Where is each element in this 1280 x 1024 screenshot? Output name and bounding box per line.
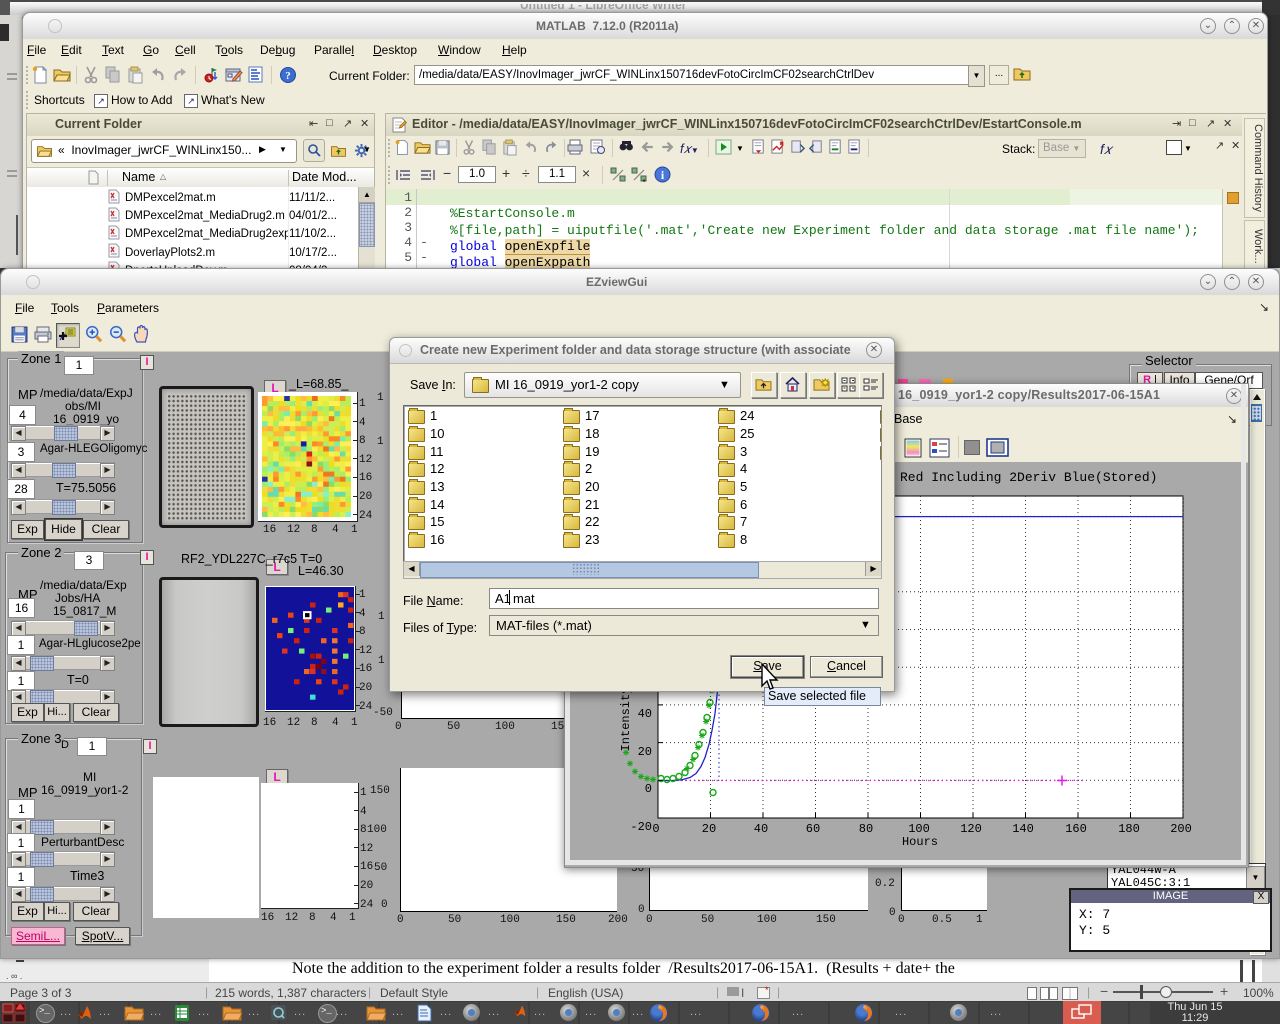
svg-text:0: 0 [652, 822, 659, 836]
svg-text:80: 80 [859, 822, 873, 836]
svg-text:200: 200 [1170, 822, 1192, 836]
svg-text:20: 20 [638, 745, 652, 759]
svg-text:100: 100 [908, 822, 930, 836]
svg-text:180: 180 [1118, 822, 1140, 836]
svg-text:-20: -20 [630, 820, 652, 834]
svg-text:40: 40 [638, 707, 652, 721]
svg-text:140: 140 [1012, 822, 1034, 836]
svg-text:?: ? [285, 70, 291, 82]
svg-text:20: 20 [702, 822, 716, 836]
svg-text:0: 0 [645, 782, 652, 796]
svg-text:160: 160 [1065, 822, 1087, 836]
svg-text:60: 60 [806, 822, 820, 836]
svg-text:Hours: Hours [902, 835, 938, 849]
svg-text:120: 120 [960, 822, 982, 836]
svg-text:40: 40 [754, 822, 768, 836]
svg-text:Intensity: Intensity [619, 687, 633, 752]
